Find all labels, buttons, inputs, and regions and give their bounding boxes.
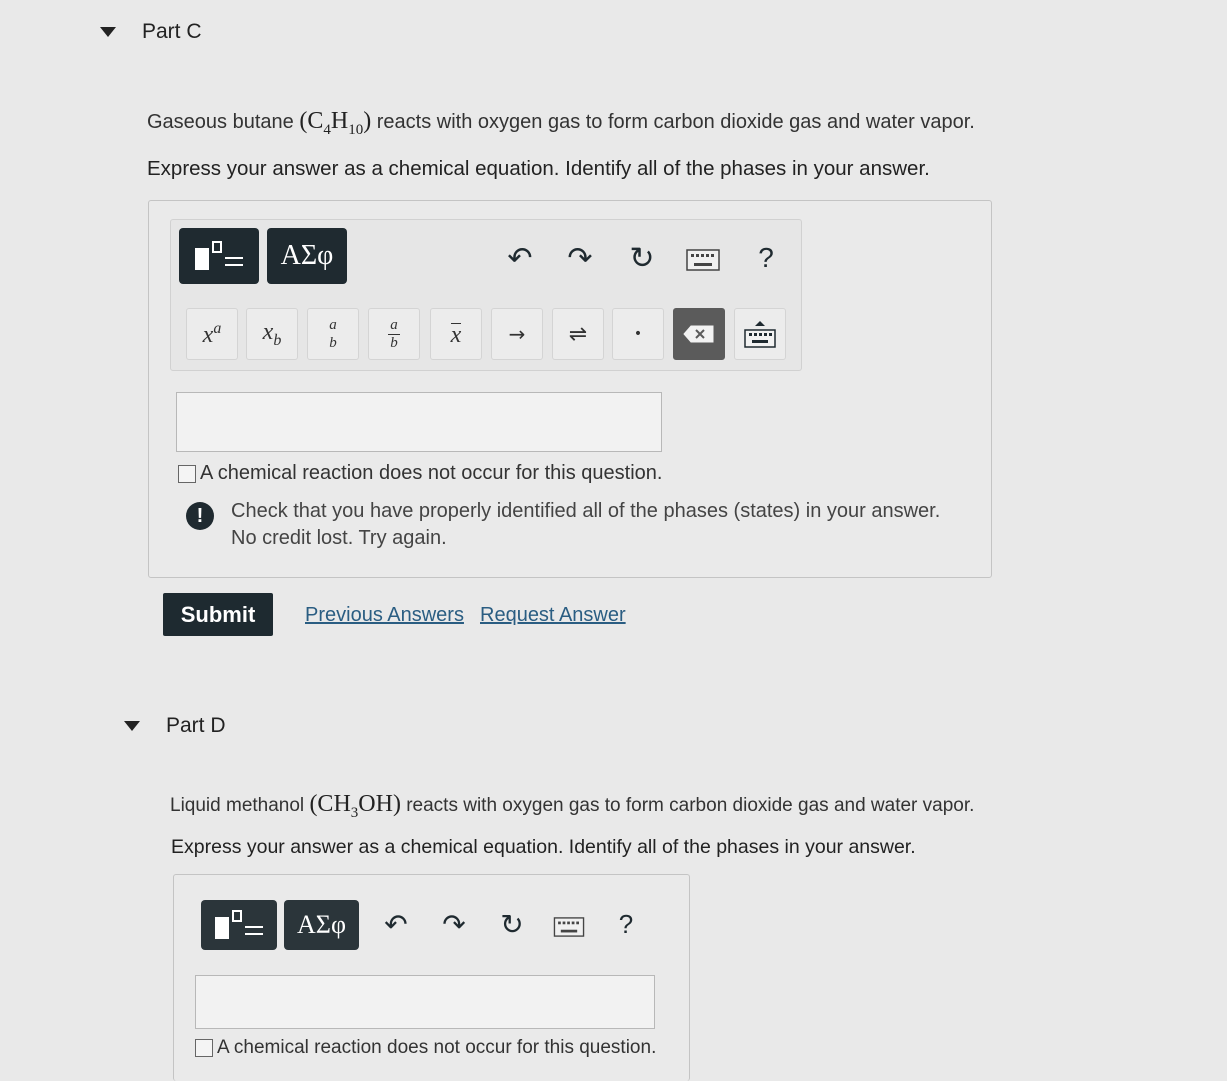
redo-icon: ↷: [567, 241, 593, 275]
part-d-no-reaction-checkbox[interactable]: A chemical reaction does not occur for t…: [195, 1037, 656, 1059]
redo-button[interactable]: ↷: [560, 238, 600, 278]
superscript-key[interactable]: xa: [186, 308, 238, 360]
part-c-feedback: ! Check that you have properly identifie…: [186, 498, 940, 552]
collapse-triangle-icon[interactable]: [124, 721, 140, 731]
part-c-question: Gaseous butane (C4H10) reacts with oxyge…: [147, 108, 975, 138]
keyboard-shortcuts-button[interactable]: [684, 248, 722, 272]
equilibrium-icon: ⇌: [568, 321, 588, 347]
help-button[interactable]: ?: [610, 906, 642, 942]
collapse-triangle-icon[interactable]: [100, 27, 116, 37]
no-reaction-label: A chemical reaction does not occur for t…: [200, 462, 663, 484]
equilibrium-key[interactable]: ⇌: [552, 308, 604, 360]
submit-button[interactable]: Submit: [163, 593, 273, 636]
part-c-instruction: Express your answer as a chemical equati…: [147, 157, 930, 180]
part-c-header[interactable]: Part C: [100, 20, 202, 44]
fraction-key[interactable]: a b: [307, 308, 359, 360]
backspace-icon: [683, 325, 714, 343]
butane-formula: (C4H10): [299, 108, 372, 138]
overline-key[interactable]: x: [430, 308, 482, 360]
keyboard-icon: [686, 249, 720, 271]
methanol-formula: (CH3OH): [309, 791, 401, 821]
part-c-answer-input[interactable]: [176, 392, 662, 452]
feedback-line-1: Check that you have properly identified …: [231, 500, 941, 522]
previous-answers-link[interactable]: Previous Answers: [305, 604, 464, 627]
help-icon: ?: [618, 908, 634, 939]
dot-key[interactable]: •: [612, 308, 664, 360]
superscript-icon: xa: [202, 319, 222, 348]
part-d-header[interactable]: Part D: [124, 714, 226, 738]
warning-icon: !: [186, 502, 214, 530]
undo-icon: ↶: [384, 908, 408, 940]
keyboard-shortcuts-button[interactable]: [552, 915, 586, 939]
reset-icon: ↻: [629, 241, 655, 275]
overline-icon: x: [450, 321, 462, 348]
templates-button[interactable]: [179, 228, 259, 284]
greek-symbols-button[interactable]: ΑΣφ: [267, 228, 347, 284]
arrow-icon: →: [508, 322, 526, 346]
help-icon: ?: [758, 242, 774, 273]
greek-symbols-button[interactable]: ΑΣφ: [284, 900, 359, 950]
backspace-key[interactable]: [673, 308, 725, 360]
subscript-key[interactable]: xb: [246, 308, 298, 360]
keyboard-icon: [553, 917, 585, 937]
reset-button[interactable]: ↻: [494, 906, 530, 942]
dot-icon: •: [633, 326, 643, 342]
reset-button[interactable]: ↻: [622, 238, 662, 278]
fraction-bar-key[interactable]: a b: [368, 308, 420, 360]
redo-icon: ↷: [442, 908, 466, 940]
help-button[interactable]: ?: [748, 240, 784, 276]
keyboard-toggle-icon: [744, 321, 776, 348]
templates-icon: [195, 241, 243, 270]
request-answer-link[interactable]: Request Answer: [480, 604, 626, 627]
templates-icon: [215, 910, 263, 939]
part-c-title: Part C: [142, 20, 202, 43]
undo-icon: ↶: [507, 241, 533, 275]
undo-button[interactable]: ↶: [378, 906, 414, 942]
checkbox-box[interactable]: [195, 1039, 213, 1057]
redo-button[interactable]: ↷: [436, 906, 472, 942]
reset-icon: ↻: [500, 908, 524, 940]
part-d-title: Part D: [166, 714, 226, 737]
part-d-instruction: Express your answer as a chemical equati…: [171, 836, 916, 858]
part-d-answer-input[interactable]: [195, 975, 655, 1029]
keyboard-toggle-key[interactable]: [734, 308, 786, 360]
part-c-no-reaction-checkbox[interactable]: A chemical reaction does not occur for t…: [178, 462, 662, 485]
templates-button[interactable]: [201, 900, 277, 950]
part-d-question: Liquid methanol (CH3OH) reacts with oxyg…: [170, 791, 975, 821]
no-reaction-label: A chemical reaction does not occur for t…: [217, 1037, 657, 1058]
feedback-line-2: No credit lost. Try again.: [231, 527, 447, 549]
checkbox-box[interactable]: [178, 464, 196, 483]
subscript-icon: xb: [262, 318, 282, 349]
reaction-arrow-key[interactable]: →: [491, 308, 543, 360]
undo-button[interactable]: ↶: [500, 238, 540, 278]
